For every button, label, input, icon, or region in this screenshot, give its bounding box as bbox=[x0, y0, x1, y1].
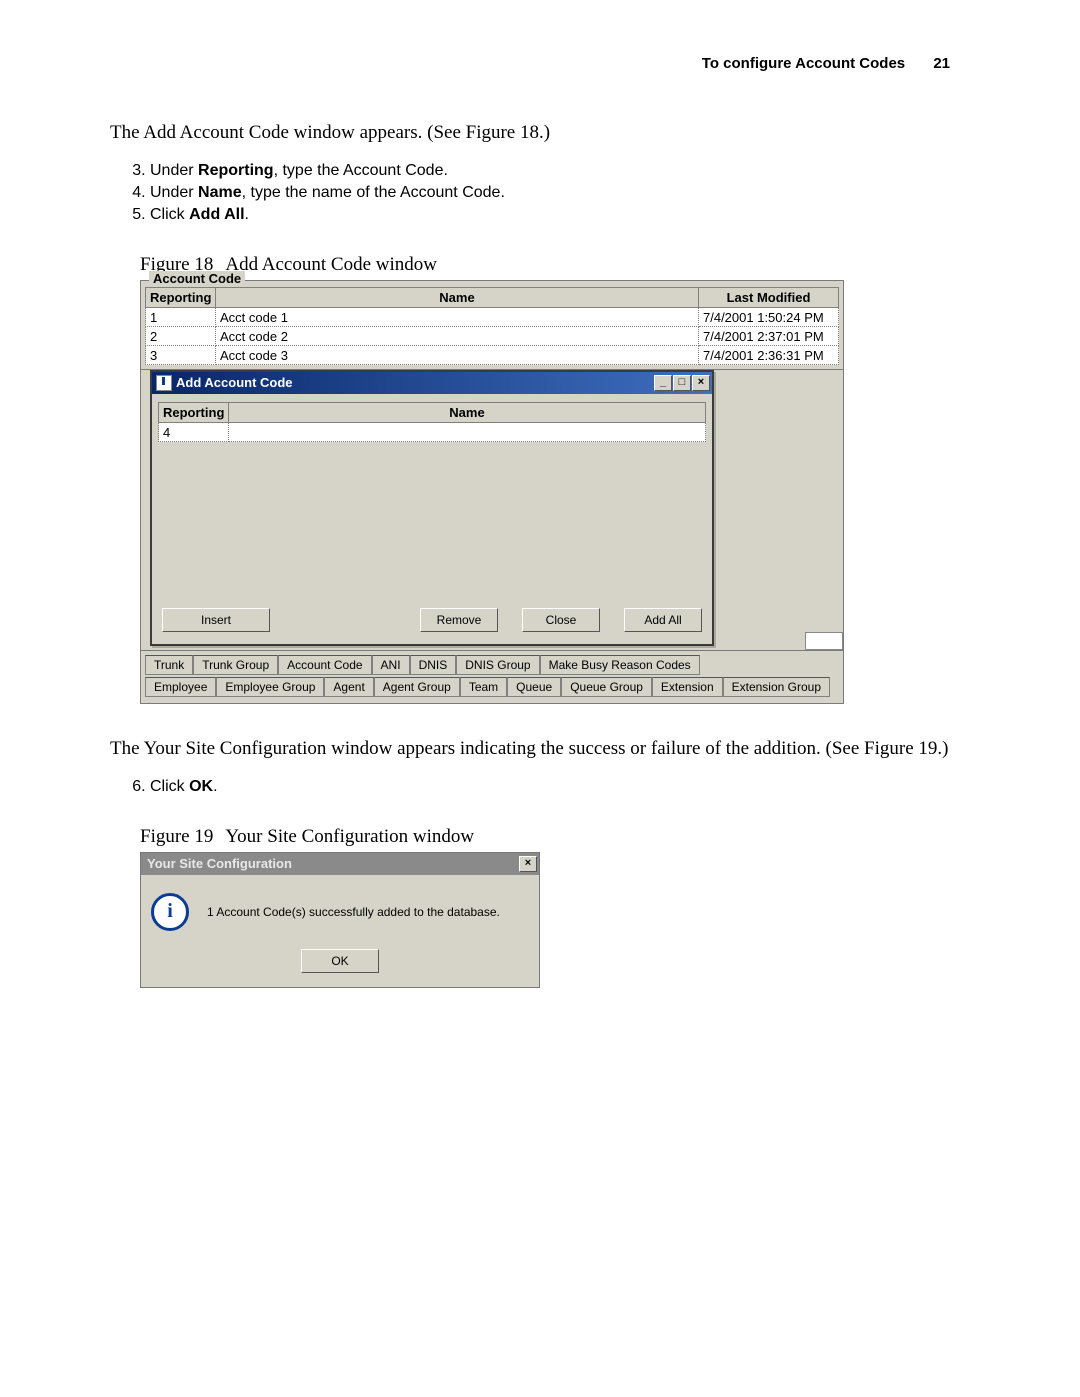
fieldset-label: Account Code bbox=[149, 271, 245, 286]
minimize-button[interactable]: _ bbox=[654, 375, 672, 391]
tab-dnis[interactable]: DNIS bbox=[410, 655, 457, 675]
dialog-table: Reporting Name 4 bbox=[158, 402, 706, 442]
add-all-button[interactable]: Add All bbox=[624, 608, 702, 632]
tab-extension[interactable]: Extension bbox=[652, 677, 723, 697]
table-row[interactable]: 2 Acct code 2 7/4/2001 2:37:01 PM bbox=[146, 327, 839, 346]
tab-extension-group[interactable]: Extension Group bbox=[723, 677, 830, 697]
page-number: 21 bbox=[933, 55, 950, 72]
dialog-blank-area bbox=[158, 444, 706, 594]
page-header: To configure Account Codes 21 bbox=[110, 55, 970, 72]
tab-agent-group[interactable]: Agent Group bbox=[374, 677, 460, 697]
account-code-table: Reporting Name Last Modified 1 Acct code… bbox=[145, 287, 839, 365]
intro-text: The Add Account Code window appears. (Se… bbox=[110, 122, 970, 144]
close-button[interactable]: × bbox=[692, 375, 710, 391]
tab-employee[interactable]: Employee bbox=[145, 677, 216, 697]
step-5: Click Add All. bbox=[150, 206, 970, 224]
tab-dnis-group[interactable]: DNIS Group bbox=[456, 655, 539, 675]
table-row[interactable]: 3 Acct code 3 7/4/2001 2:36:31 PM bbox=[146, 346, 839, 365]
tab-ani[interactable]: ANI bbox=[372, 655, 410, 675]
info-icon: i bbox=[151, 893, 189, 931]
insert-button[interactable]: Insert bbox=[162, 608, 270, 632]
tab-make-busy[interactable]: Make Busy Reason Codes bbox=[540, 655, 700, 675]
tab-trunk-group[interactable]: Trunk Group bbox=[193, 655, 278, 675]
scrollbar-stub[interactable] bbox=[805, 632, 843, 650]
fig19-title-text: Your Site Configuration bbox=[147, 854, 518, 874]
ok-button[interactable]: OK bbox=[301, 949, 379, 973]
steps-list-a: Under Reporting, type the Account Code. … bbox=[150, 162, 970, 224]
col-header-reporting[interactable]: Reporting bbox=[146, 288, 216, 308]
add-account-code-dialog: Add Account Code _ □ × Reporting Name bbox=[150, 370, 714, 646]
table-row[interactable]: 4 bbox=[159, 423, 706, 442]
figure-18-caption: Figure 18Add Account Code window bbox=[140, 254, 970, 276]
col-header-name[interactable]: Name bbox=[216, 288, 699, 308]
tab-row-2: Employee Employee Group Agent Agent Grou… bbox=[145, 677, 839, 697]
tab-queue-group[interactable]: Queue Group bbox=[561, 677, 652, 697]
tab-row-1: Trunk Trunk Group Account Code ANI DNIS … bbox=[145, 655, 839, 675]
tab-agent[interactable]: Agent bbox=[324, 677, 373, 697]
header-title: To configure Account Codes bbox=[702, 55, 905, 72]
figure-19: Your Site Configuration × i 1 Account Co… bbox=[140, 852, 540, 988]
figure-19-caption: Figure 19Your Site Configuration window bbox=[140, 826, 970, 848]
dialog-titlebar[interactable]: Add Account Code _ □ × bbox=[152, 372, 712, 394]
after-text: The Your Site Configuration window appea… bbox=[110, 738, 970, 760]
figure-18: Account Code Reporting Name Last Modifie… bbox=[140, 280, 844, 704]
fig19-titlebar[interactable]: Your Site Configuration × bbox=[141, 853, 539, 875]
step-4: Under Name, type the name of the Account… bbox=[150, 184, 970, 202]
table-row[interactable]: 1 Acct code 1 7/4/2001 1:50:24 PM bbox=[146, 308, 839, 327]
app-icon bbox=[156, 375, 172, 391]
tab-team[interactable]: Team bbox=[460, 677, 507, 697]
steps-list-b: Click OK. bbox=[150, 778, 970, 796]
account-code-fieldset: Account Code Reporting Name Last Modifie… bbox=[140, 280, 844, 370]
step-3: Under Reporting, type the Account Code. bbox=[150, 162, 970, 180]
close-dialog-button[interactable]: Close bbox=[522, 608, 600, 632]
tab-container: Trunk Trunk Group Account Code ANI DNIS … bbox=[140, 651, 844, 704]
fig19-close-button[interactable]: × bbox=[519, 856, 537, 872]
dialog-header-name[interactable]: Name bbox=[229, 403, 706, 423]
reporting-cell[interactable]: 4 bbox=[159, 423, 229, 442]
col-header-modified[interactable]: Last Modified bbox=[699, 288, 839, 308]
step-6: Click OK. bbox=[150, 778, 970, 796]
tab-employee-group[interactable]: Employee Group bbox=[216, 677, 324, 697]
remove-button[interactable]: Remove bbox=[420, 608, 498, 632]
name-cell[interactable] bbox=[229, 423, 706, 442]
dialog-title: Add Account Code bbox=[176, 373, 653, 393]
fig19-message: 1 Account Code(s) successfully added to … bbox=[207, 905, 500, 919]
maximize-button[interactable]: □ bbox=[673, 375, 691, 391]
tab-account-code[interactable]: Account Code bbox=[278, 655, 371, 675]
tab-trunk[interactable]: Trunk bbox=[145, 655, 193, 675]
dialog-header-reporting[interactable]: Reporting bbox=[159, 403, 229, 423]
document-page: To configure Account Codes 21 The Add Ac… bbox=[0, 0, 1080, 1048]
tab-queue[interactable]: Queue bbox=[507, 677, 561, 697]
